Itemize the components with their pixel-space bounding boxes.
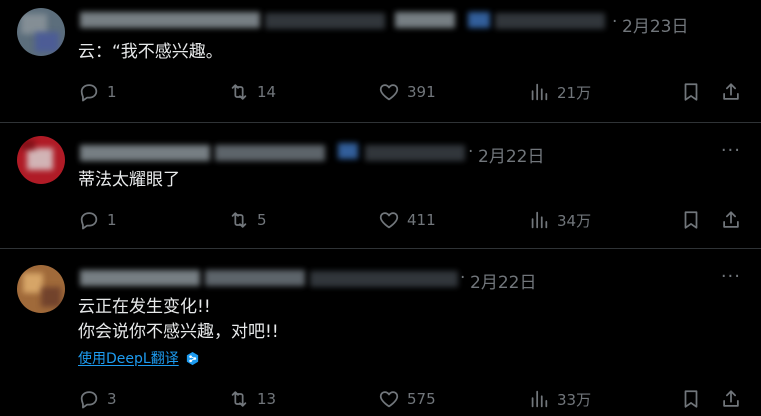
tweet-text: 云：“我不感兴趣。: [78, 40, 223, 65]
tweet-actions: 1 5 411 34万: [0, 209, 761, 233]
retweet-icon: [231, 212, 247, 228]
translate-label: 使用DeepL翻译: [78, 351, 179, 367]
reply-count: 1: [107, 211, 117, 229]
separator-dot: ·: [468, 142, 474, 162]
separator-dot: ·: [460, 268, 466, 288]
views-count: 33万: [557, 390, 592, 409]
retweet-button[interactable]: 5: [228, 209, 267, 231]
tweet-date[interactable]: 2月22日: [478, 142, 544, 167]
tweet-text-line: 蒂法太耀眼了: [78, 170, 180, 190]
share-icon: [723, 211, 739, 228]
views-chart-icon: [531, 83, 548, 101]
tweet-1[interactable]: · 2月23日 云：“我不感兴趣。 1 14 391 21万: [0, 0, 761, 122]
bookmark-icon: [684, 211, 698, 229]
views-button[interactable]: 33万: [528, 388, 591, 410]
like-count: 391: [407, 83, 436, 101]
views-count: 34万: [557, 211, 592, 230]
more-options-button[interactable]: ···: [721, 140, 741, 161]
heart-icon: [379, 212, 399, 229]
bookmark-button[interactable]: [680, 81, 702, 103]
tweet-text-line: 你会说你不感兴趣，对吧!!: [78, 322, 279, 342]
reply-button[interactable]: 1: [78, 209, 117, 231]
translate-link[interactable]: 使用DeepL翻译: [78, 348, 200, 368]
retweet-button[interactable]: 13: [228, 388, 276, 410]
like-button[interactable]: 411: [378, 209, 436, 231]
bookmark-icon: [684, 83, 698, 101]
retweet-count: 13: [257, 390, 277, 408]
tweet-actions: 1 14 391 21万: [0, 81, 761, 105]
tweet-2[interactable]: · 2月22日 ··· 蒂法太耀眼了 1 5 411 34万: [0, 123, 761, 247]
bookmark-button[interactable]: [680, 388, 702, 410]
tweet-3[interactable]: · 2月22日 ··· 云正在发生变化!! 你会说你不感兴趣，对吧!! 使用De…: [0, 249, 761, 416]
retweet-count: 5: [257, 211, 267, 229]
share-icon: [723, 83, 739, 100]
views-button[interactable]: 21万: [528, 81, 591, 103]
bookmark-icon: [684, 390, 698, 408]
tweet-text: 蒂法太耀眼了: [78, 168, 180, 193]
views-count: 21万: [557, 83, 592, 102]
reply-button[interactable]: 1: [78, 81, 117, 103]
tweet-date[interactable]: 2月23日: [622, 12, 688, 37]
like-button[interactable]: 575: [378, 388, 436, 410]
tweet-text: 云正在发生变化!! 你会说你不感兴趣，对吧!!: [78, 295, 279, 345]
reply-button[interactable]: 3: [78, 388, 117, 410]
tweet-actions: 3 13 575 33万: [0, 388, 761, 412]
heart-icon: [379, 391, 399, 408]
tweet-text-line: 云：“我不感兴趣。: [78, 42, 223, 62]
reply-count: 1: [107, 83, 117, 101]
retweet-button[interactable]: 14: [228, 81, 276, 103]
tweet-text-line: 云正在发生变化!!: [78, 297, 211, 317]
like-count: 411: [407, 211, 436, 229]
share-icon: [723, 390, 739, 407]
views-chart-icon: [531, 211, 548, 229]
reply-icon: [80, 84, 98, 102]
tweet-date[interactable]: 2月22日: [470, 268, 536, 293]
retweet-icon: [231, 84, 247, 100]
share-button[interactable]: [720, 81, 742, 103]
views-chart-icon: [531, 390, 548, 408]
retweet-icon: [231, 391, 247, 407]
reply-icon: [80, 212, 98, 230]
more-options-button[interactable]: ···: [721, 266, 741, 287]
like-count: 575: [407, 390, 436, 408]
separator-dot: ·: [612, 12, 618, 32]
avatar[interactable]: [17, 265, 65, 313]
views-button[interactable]: 34万: [528, 209, 591, 231]
share-button[interactable]: [720, 209, 742, 231]
avatar[interactable]: [17, 136, 65, 184]
heart-icon: [379, 84, 399, 101]
retweet-count: 14: [257, 83, 277, 101]
bookmark-button[interactable]: [680, 209, 702, 231]
reply-icon: [80, 391, 98, 409]
deepl-icon: [186, 351, 198, 365]
share-button[interactable]: [720, 388, 742, 410]
avatar[interactable]: [17, 8, 65, 56]
reply-count: 3: [107, 390, 117, 408]
like-button[interactable]: 391: [378, 81, 436, 103]
